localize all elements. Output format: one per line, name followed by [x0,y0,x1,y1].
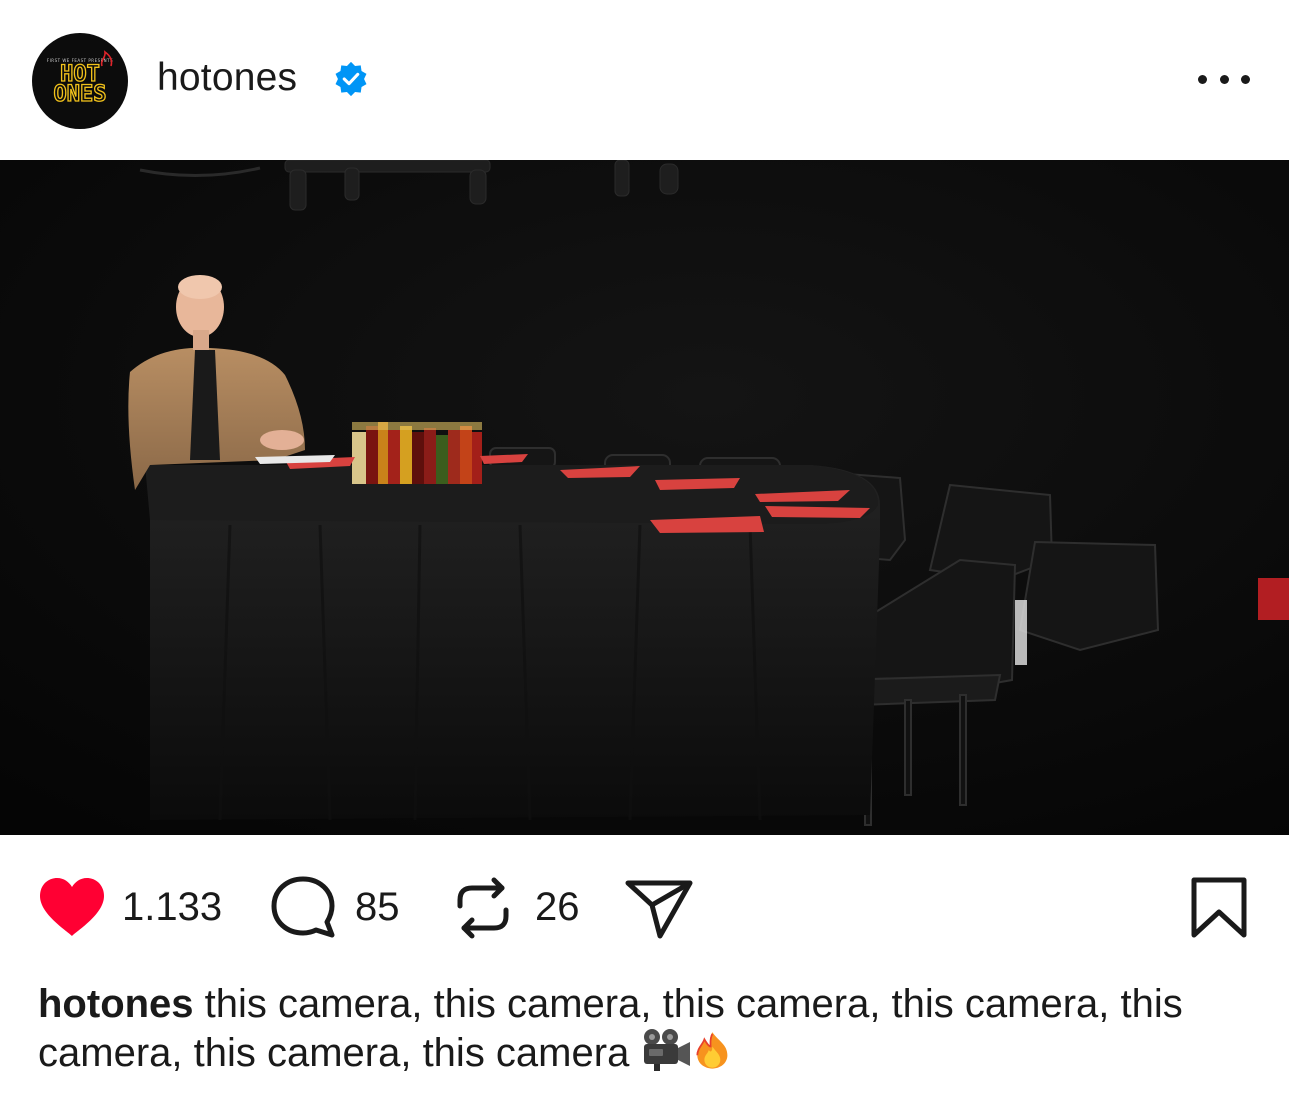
instagram-post: FIRST WE FEAST PRESENTS HOT ONES hotones [0,0,1289,1099]
caption-text: this camera, this camera, this camera, t… [38,982,1183,1075]
bookmark-icon[interactable] [1190,876,1248,940]
comments-count[interactable]: 85 [355,885,400,930]
post-caption: hotones this camera, this camera, this c… [38,980,1253,1077]
profile-avatar[interactable]: FIRST WE FEAST PRESENTS HOT ONES [32,33,128,129]
chair-tag [1015,600,1027,665]
caption-username[interactable]: hotones [38,982,194,1026]
post-header: FIRST WE FEAST PRESENTS HOT ONES hotones [0,0,1289,160]
likes-count[interactable]: 1.133 [122,885,222,930]
comment-icon[interactable] [270,875,336,941]
more-dot-2 [1219,74,1229,84]
verified-badge-icon [335,61,367,97]
post-photo-scene [0,160,1289,835]
post-image[interactable] [0,160,1289,835]
share-paper-plane-icon[interactable] [624,878,694,940]
like-heart-icon[interactable] [36,876,108,940]
avatar-logo-ones: ONES [53,81,107,107]
more-dot-1 [1198,74,1207,84]
reposts-count[interactable]: 26 [535,885,580,930]
more-dot-3 [1241,74,1250,84]
offscreen-red-napkin [1258,578,1289,620]
avatar-flame-icon [100,50,113,67]
movie-camera-emoji-icon [644,1029,691,1071]
fire-emoji-icon [696,1032,728,1069]
repost-icon[interactable] [452,876,514,940]
more-options-button[interactable] [1198,70,1250,88]
header-username[interactable]: hotones [157,56,297,100]
